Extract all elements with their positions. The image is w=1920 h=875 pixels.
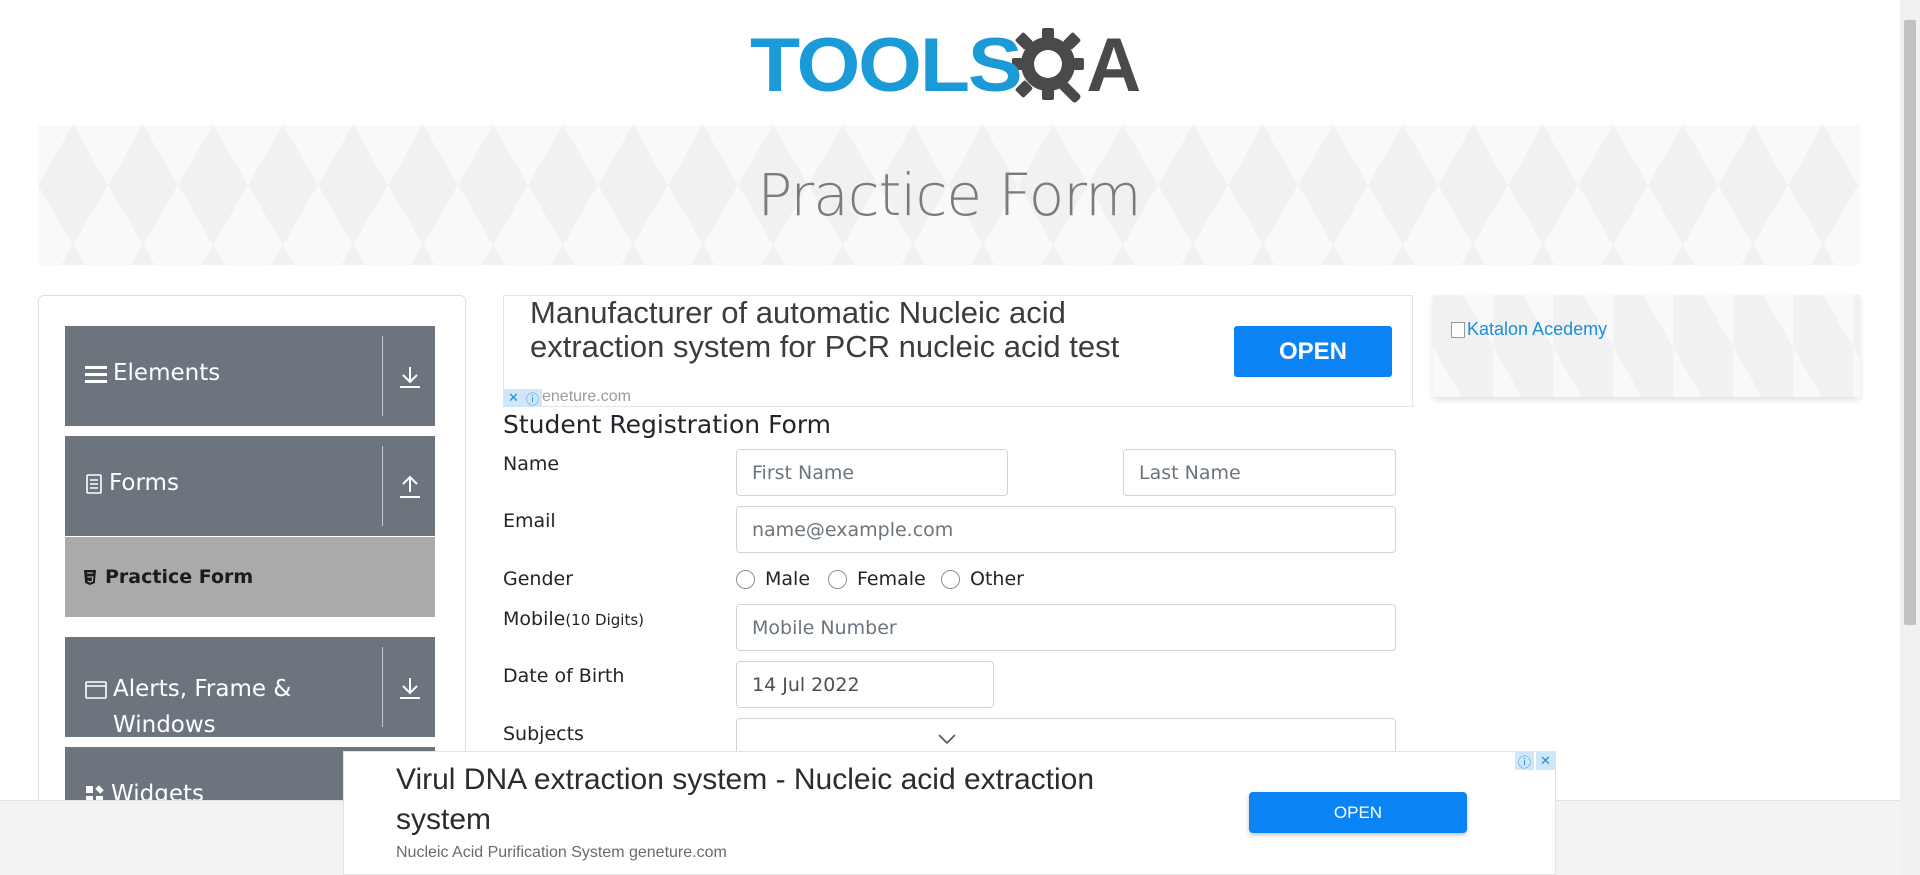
gender-radio-male[interactable]: Male [736,568,810,590]
info-icon[interactable]: ⓘ [1515,752,1534,771]
sidebar-group-label: Alerts, Frame & [113,676,292,702]
first-name-input[interactable] [736,449,1008,496]
mobile-label: Mobile(10 Digits) [503,608,644,630]
ad-bottom-sub: Nucleic Acid Purification System genetur… [396,844,727,861]
logo-tools-text: TOOLS [750,23,1023,108]
ad-bottom-controls[interactable]: ⓘ ✕ [1513,752,1555,771]
page-title: Practice Form [757,161,1141,229]
sidebar-group-alerts-frame-windows[interactable]: Alerts, Frame & Windows [65,637,435,738]
gender-radio-female[interactable]: Female [828,568,926,590]
ad-right[interactable]: Katalon Acedemy [1433,295,1860,397]
ad-headline-line2: extraction system for PCR nucleic acid t… [530,329,1120,364]
divider [382,446,383,526]
toolsqa-logo[interactable]: TOOLS A [750,18,1154,114]
radio-label: Other [970,568,1024,590]
download-arrow-icon[interactable] [397,364,423,390]
ad-headline-line1: Manufacturer of automatic Nucleic acid [530,295,1066,330]
ad-top[interactable]: Manufacturer of automatic Nucleic acid e… [503,295,1413,408]
ad-bottom-open-button[interactable]: OPEN [1249,792,1467,833]
radio-circle[interactable] [941,569,960,589]
gender-label: Gender [503,568,574,590]
close-icon[interactable]: ✕ [504,389,523,407]
info-icon[interactable]: ⓘ [523,389,542,408]
document-icon [86,473,102,494]
ad-bottom-headline-line1: Virul DNA extraction system - Nucleic ac… [396,763,1095,796]
scrollbar-thumb[interactable] [1904,20,1916,625]
date-of-birth-input[interactable] [736,661,994,708]
page-scrollbar[interactable] [1900,0,1920,875]
logo-a-text: A [1086,23,1141,108]
gear-magnifier-icon [1012,28,1085,103]
sidebar-group-label-line2: Windows [113,712,216,738]
mobile-hint: (10 Digits) [565,611,644,629]
email-label: Email [503,510,556,532]
gender-radio-other[interactable]: Other [941,568,1024,590]
close-icon[interactable]: ✕ [1536,752,1555,770]
ad-controls[interactable]: ✕ ⓘ [504,389,542,408]
radio-circle[interactable] [828,569,847,589]
ad-bottom-headline: Virul DNA extraction system - Nucleic ac… [396,760,1296,840]
sidebar-item-practice-form[interactable]: Practice Form [65,537,435,617]
sidebar-group-label: Forms [109,470,179,496]
radio-label: Female [857,568,926,590]
last-name-input[interactable] [1123,449,1396,496]
divider [382,647,383,727]
html5-shield-icon [84,569,96,585]
chevron-down-icon[interactable] [937,733,957,745]
ad-bottom[interactable]: Virul DNA extraction system - Nucleic ac… [343,751,1556,875]
sidebar-group-forms[interactable]: Forms [65,436,435,536]
sidebar-group-elements[interactable]: Elements [65,326,435,426]
form-title: Student Registration Form [503,410,832,439]
divider [382,336,383,416]
dob-label: Date of Birth [503,665,625,687]
page-banner: Practice Form [38,125,1860,265]
mobile-number-input[interactable] [736,604,1396,651]
email-input[interactable] [736,506,1396,553]
image-alt-text: Katalon Acedemy [1467,319,1608,339]
broken-image-link[interactable]: Katalon Acedemy [1451,319,1607,340]
mobile-label-text: Mobile [503,608,566,630]
ad-open-button[interactable]: OPEN [1234,326,1392,377]
upload-arrow-icon[interactable] [397,474,423,500]
ad-domain: eneture.com [542,388,631,405]
ad-headline: Manufacturer of automatic Nucleic acid e… [530,296,1190,364]
sidebar-group-label: Elements [113,360,221,386]
radio-label: Male [765,568,811,590]
subjects-label: Subjects [503,723,584,745]
radio-circle[interactable] [736,569,755,589]
sidebar-item-label: Practice Form [105,566,254,588]
hamburger-icon [85,365,107,383]
broken-image-icon [1451,321,1465,338]
ad-bottom-headline-line2: system [396,803,492,836]
download-arrow-icon[interactable] [397,675,423,701]
name-label: Name [503,453,560,475]
window-icon [85,680,107,699]
